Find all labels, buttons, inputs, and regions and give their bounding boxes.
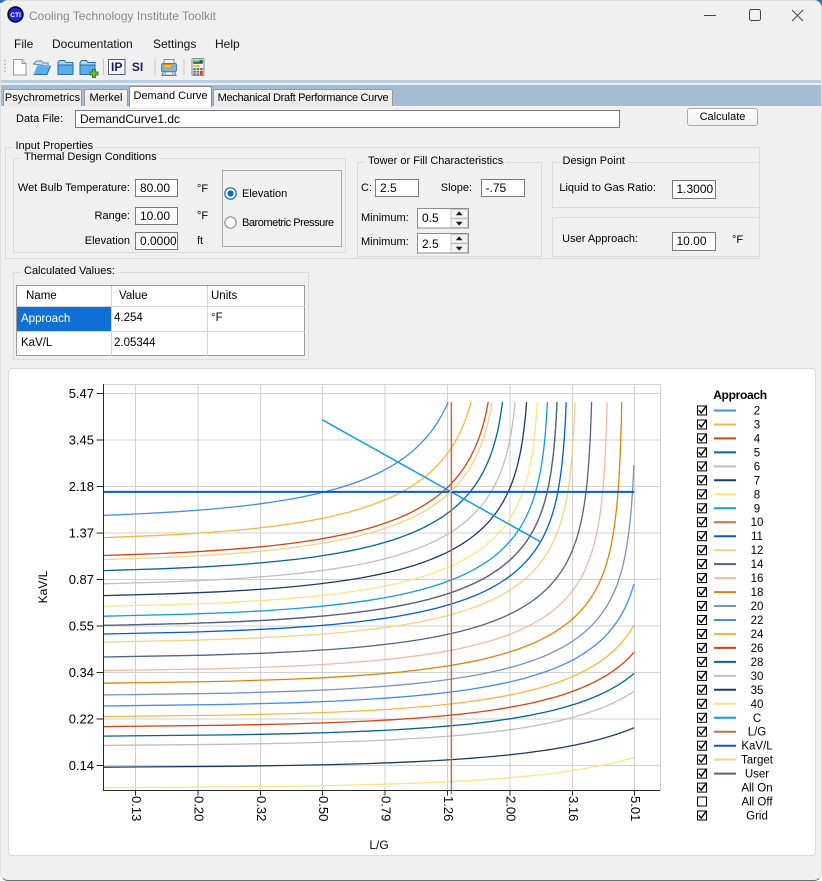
svg-text:0.34: 0.34 [69,665,94,680]
svg-text:0.50: 0.50 [316,796,331,821]
svg-text:14: 14 [751,559,764,571]
svg-text:0.20: 0.20 [192,796,207,821]
svg-text:L/G: L/G [369,838,388,852]
svg-text:28: 28 [751,657,764,669]
svg-text:40: 40 [751,699,764,711]
svg-text:20: 20 [751,601,764,613]
svg-text:30: 30 [751,671,764,683]
svg-text:35: 35 [751,685,764,697]
svg-text:1.37: 1.37 [69,526,94,541]
svg-text:3.45: 3.45 [69,433,94,448]
svg-text:8: 8 [754,489,760,501]
svg-text:24: 24 [751,629,764,641]
svg-text:9: 9 [754,503,760,515]
svg-text:Approach: Approach [713,388,767,402]
svg-text:0.14: 0.14 [69,758,94,773]
svg-text:L/G: L/G [748,727,767,739]
svg-text:16: 16 [751,573,764,585]
svg-text:18: 18 [751,587,764,599]
svg-text:22: 22 [751,615,764,627]
svg-text:11: 11 [751,531,763,543]
svg-text:All Off: All Off [741,797,773,809]
svg-text:5.01: 5.01 [628,796,643,821]
svg-text:4: 4 [754,433,761,445]
svg-text:2: 2 [754,406,760,418]
svg-text:0.32: 0.32 [254,796,269,821]
svg-text:User: User [745,769,769,781]
svg-text:CTI: CTI [10,12,21,19]
svg-text:5: 5 [754,447,760,459]
svg-text:26: 26 [751,643,764,655]
svg-text:2.18: 2.18 [69,479,94,494]
svg-text:3.16: 3.16 [566,796,581,821]
svg-text:0.13: 0.13 [129,796,144,821]
svg-text:0.79: 0.79 [379,796,394,821]
svg-text:2.00: 2.00 [504,796,519,821]
svg-text:5.47: 5.47 [69,386,94,401]
svg-text:7: 7 [754,475,760,487]
svg-text:KaV/L: KaV/L [741,741,773,753]
svg-text:KaV/L: KaV/L [36,570,50,603]
svg-text:12: 12 [751,545,764,557]
svg-text:3: 3 [754,420,760,432]
svg-text:IP: IP [111,60,122,74]
svg-text:Target: Target [741,755,774,767]
svg-text:0.87: 0.87 [69,572,94,587]
svg-text:0.55: 0.55 [69,619,94,634]
svg-text:Grid: Grid [746,811,768,823]
svg-text:6: 6 [754,461,760,473]
svg-text:All On: All On [741,783,772,795]
svg-text:C: C [753,713,761,725]
svg-text:0.22: 0.22 [69,712,94,727]
svg-text:SI: SI [132,60,143,74]
svg-text:1.26: 1.26 [441,796,456,821]
svg-text:10: 10 [751,517,764,529]
